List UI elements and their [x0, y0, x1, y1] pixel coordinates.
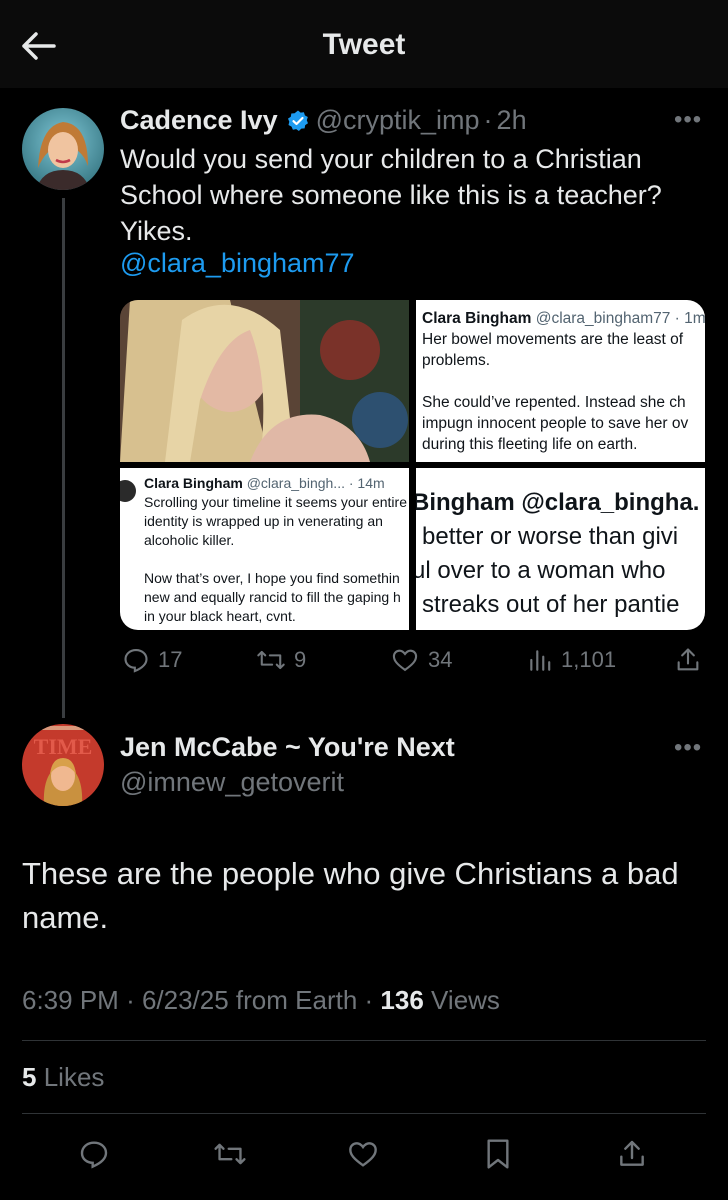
screenshot-line: identity is wrapped up in venerating an [144, 513, 383, 529]
tweet-time: 2h [496, 105, 527, 135]
screenshot-meta: @clara_bingham77 · 1m [535, 310, 705, 327]
screenshot-line: ul over to a woman who [416, 557, 666, 584]
heart-icon [392, 649, 418, 672]
more-options-icon[interactable]: ••• [674, 106, 702, 134]
screenshot-meta: @clara_bingh... · 14m [246, 475, 385, 491]
views-action[interactable]: 1,101 [527, 646, 616, 674]
media-photo[interactable] [120, 300, 409, 462]
retweet-count: 9 [294, 647, 307, 672]
screenshot-line: problems. [422, 352, 491, 369]
retweet-icon [214, 1143, 246, 1165]
bar-chart-icon [530, 650, 551, 671]
reply-action[interactable]: 17 [122, 646, 182, 674]
reply-icon [80, 1141, 108, 1169]
views-label[interactable]: Views [431, 985, 500, 1015]
tweet-metadata: 6:39 PM · 6/23/25 from Earth · 136 Views [22, 985, 500, 1015]
retweet-button[interactable] [212, 1136, 248, 1172]
likes-summary[interactable]: 5 Likes [22, 1062, 104, 1093]
screenshot-line: streaks out of her pantie [422, 591, 680, 618]
verified-badge-icon [286, 109, 310, 133]
share-icon [677, 648, 699, 671]
screenshot-line: Bingham @clara_bingha. [416, 489, 700, 516]
avatar-magazine-label: TIME [34, 734, 93, 759]
screenshot-line: impugn innocent people to save her ov [422, 415, 689, 432]
bookmark-icon [487, 1139, 509, 1169]
screenshot-line: alcoholic killer. [144, 532, 235, 548]
reply-text: These are the people who give Christians… [22, 856, 679, 935]
likes-label: Likes [43, 1062, 105, 1092]
share-icon [620, 1140, 644, 1166]
screenshot-line: Now that’s over, I hope you find somethi… [144, 570, 400, 586]
divider [22, 1113, 706, 1114]
bookmark-button[interactable] [480, 1136, 516, 1172]
views-total: 136 [380, 985, 424, 1015]
like-action[interactable]: 34 [390, 646, 452, 674]
screenshot-line: She could’ve repented. Instead she ch [422, 394, 686, 411]
quoted-tweet-text: Would you send your children to a Christ… [120, 144, 662, 246]
photo-image [120, 300, 409, 462]
avatar-image: TIME [22, 724, 104, 806]
screenshot-line: Scrolling your timeline it seems your en… [144, 494, 407, 510]
like-count: 34 [428, 647, 453, 672]
screenshot-author: Clara Bingham [422, 310, 532, 327]
reply-button[interactable] [76, 1136, 112, 1172]
retweet-action[interactable]: 9 [256, 646, 306, 674]
screenshot-line: in your black heart, cvnt. [144, 608, 296, 624]
avatar-image [22, 108, 104, 190]
media-grid[interactable]: Clara Bingham @clara_bingham77 · 1m Her … [120, 300, 705, 630]
avatar-cadence-ivy[interactable] [22, 108, 104, 190]
page-title: Tweet [322, 28, 406, 61]
top-bar: Tweet [0, 0, 728, 88]
reply-author-name[interactable]: Jen McCabe ~ You're Next [120, 732, 455, 763]
author-handle[interactable]: @cryptik_imp [316, 105, 480, 136]
separator-dot: · [483, 105, 493, 135]
media-screenshot-3[interactable]: Bingham @clara_bingha. better or worse t… [416, 468, 705, 630]
quoted-tweet-header: Cadence Ivy @cryptik_imp · 2h [120, 105, 527, 136]
heart-icon [349, 1142, 377, 1167]
retweet-icon [257, 650, 285, 670]
tweet-date: 6/23/25 from Earth [141, 985, 358, 1015]
divider [22, 1040, 706, 1041]
avatar-jen-mccabe[interactable]: TIME [22, 724, 104, 806]
likes-total: 5 [22, 1062, 37, 1092]
share-button[interactable] [614, 1136, 650, 1172]
author-name[interactable]: Cadence Ivy [120, 105, 278, 136]
thread-connector-line [62, 198, 65, 718]
screenshot-line: new and equally rancid to fill the gapin… [144, 589, 401, 605]
tweet-time: 6:39 PM [22, 985, 119, 1015]
views-count: 1,101 [561, 647, 617, 672]
screenshot-avatar [120, 480, 136, 502]
screenshot-line: better or worse than givi [422, 523, 679, 550]
screenshot-line: during this fleeting life on earth. [422, 436, 638, 453]
share-action[interactable] [674, 646, 702, 674]
mention-link[interactable]: @clara_bingham77 [120, 248, 355, 279]
reply-count: 17 [158, 647, 183, 672]
reply-author-handle[interactable]: @imnew_getoverit [120, 767, 344, 798]
media-screenshot-2[interactable]: Clara Bingham @clara_bingh... · 14m Scro… [120, 468, 409, 630]
like-button[interactable] [345, 1136, 381, 1172]
reply-icon [124, 649, 148, 673]
screenshot-author: Clara Bingham [144, 475, 243, 491]
media-screenshot-1[interactable]: Clara Bingham @clara_bingham77 · 1m Her … [416, 300, 705, 462]
screenshot-line: Her bowel movements are the least of [422, 331, 684, 348]
reply-more-options-icon[interactable]: ••• [674, 734, 702, 762]
